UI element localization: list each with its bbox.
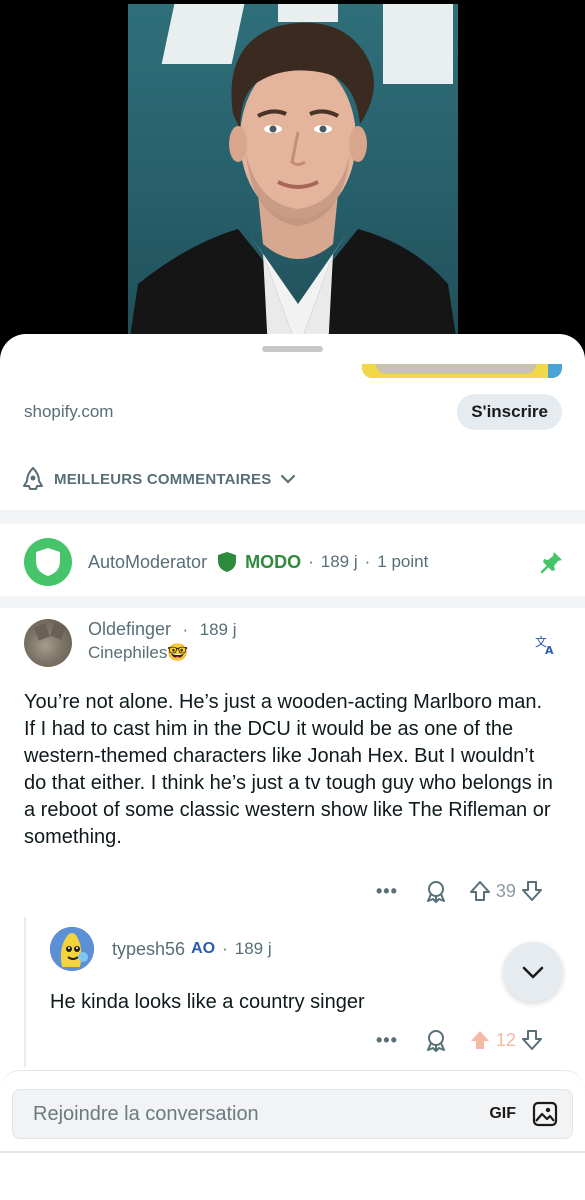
image-icon[interactable] [532, 1101, 558, 1127]
section-divider [0, 596, 585, 608]
reply-age: 189 j [234, 939, 272, 958]
automod-comment-row[interactable]: AutoModerator MODO · 189 j · 1 point [24, 537, 564, 587]
reply-actions: ••• 12 [376, 1028, 544, 1052]
pin-icon[interactable] [540, 550, 564, 574]
nerd-emoji-icon: 🤓 [167, 643, 189, 662]
comment: Oldefinger · 189 j Cinephiles🤓 文 A You’r… [24, 619, 564, 851]
avatar[interactable] [24, 619, 72, 667]
comment-age: 189 j [199, 620, 237, 639]
flair-text: Cinephiles [88, 643, 168, 662]
user-flair: Cinephiles🤓 [88, 643, 237, 663]
mod-shield-icon [218, 552, 237, 572]
comment-body: You’re not alone. He’s just a wooden-act… [24, 691, 553, 848]
reply-comment: typesh56 AO · 189 j He kinda looks like … [50, 927, 550, 1014]
post-media-area [0, 0, 585, 350]
separator-dot: · [182, 620, 189, 639]
award-icon[interactable] [424, 879, 448, 903]
automod-points: 1 point [377, 552, 429, 571]
separator-dot: · [222, 939, 228, 958]
shield-icon [36, 548, 60, 576]
downvote-icon[interactable] [520, 1028, 544, 1052]
more-options-button[interactable]: ••• [376, 1030, 398, 1051]
comment-input[interactable]: Rejoindre la conversation GIF [12, 1089, 573, 1139]
svg-text:A: A [545, 644, 554, 655]
gif-button[interactable]: GIF [489, 1105, 516, 1123]
more-options-button[interactable]: ••• [376, 881, 398, 902]
rocket-icon [23, 467, 43, 490]
sort-selector[interactable]: MEILLEURS COMMENTAIRES [20, 464, 297, 494]
sort-label: MEILLEURS COMMENTAIRES [54, 470, 272, 488]
vote-count: 12 [495, 1029, 516, 1050]
comment-actions: ••• 39 [376, 879, 544, 903]
comments-sheet: shopify.com S'inscrire MEILLEURS COMMENT… [0, 334, 585, 1200]
downvote-icon[interactable] [520, 879, 544, 903]
separator-dot: · [364, 552, 371, 571]
ad-image-peek[interactable] [362, 364, 562, 378]
scroll-down-button[interactable] [503, 942, 563, 1002]
upvote-icon-active[interactable] [468, 1028, 492, 1052]
automod-username[interactable]: AutoModerator [88, 552, 207, 573]
translate-icon[interactable]: 文 A [534, 633, 556, 655]
reply-body: He kinda looks like a country singer [50, 991, 365, 1013]
award-icon[interactable] [424, 1028, 448, 1052]
comment-input-placeholder: Rejoindre la conversation [33, 1102, 259, 1125]
separator-dot: · [308, 552, 314, 571]
comment-username[interactable]: Oldefinger [88, 619, 171, 639]
chevron-down-icon [281, 474, 296, 484]
op-badge: AO [191, 940, 216, 957]
ad-domain[interactable]: shopify.com [24, 402, 113, 422]
upvote-icon[interactable] [468, 879, 492, 903]
avatar[interactable] [50, 927, 94, 971]
reply-username[interactable]: typesh56 [112, 939, 185, 960]
vote-count: 39 [495, 880, 516, 901]
portrait-illustration [128, 22, 458, 350]
divider [0, 1151, 585, 1153]
automod-age: 189 j [320, 552, 358, 571]
comment-composer-bar: Rejoindre la conversation GIF [0, 1070, 585, 1200]
section-divider [0, 510, 585, 524]
snoo-banana-avatar-icon [50, 927, 94, 971]
chevron-down-icon [522, 966, 544, 979]
thread-line[interactable] [24, 917, 26, 1067]
signup-button[interactable]: S'inscrire [457, 394, 562, 430]
post-image[interactable] [128, 4, 458, 350]
sheet-drag-handle[interactable] [262, 346, 323, 352]
automod-avatar[interactable] [24, 538, 72, 586]
ad-footer: shopify.com S'inscrire [24, 394, 562, 430]
mod-badge: MODO [245, 551, 302, 572]
